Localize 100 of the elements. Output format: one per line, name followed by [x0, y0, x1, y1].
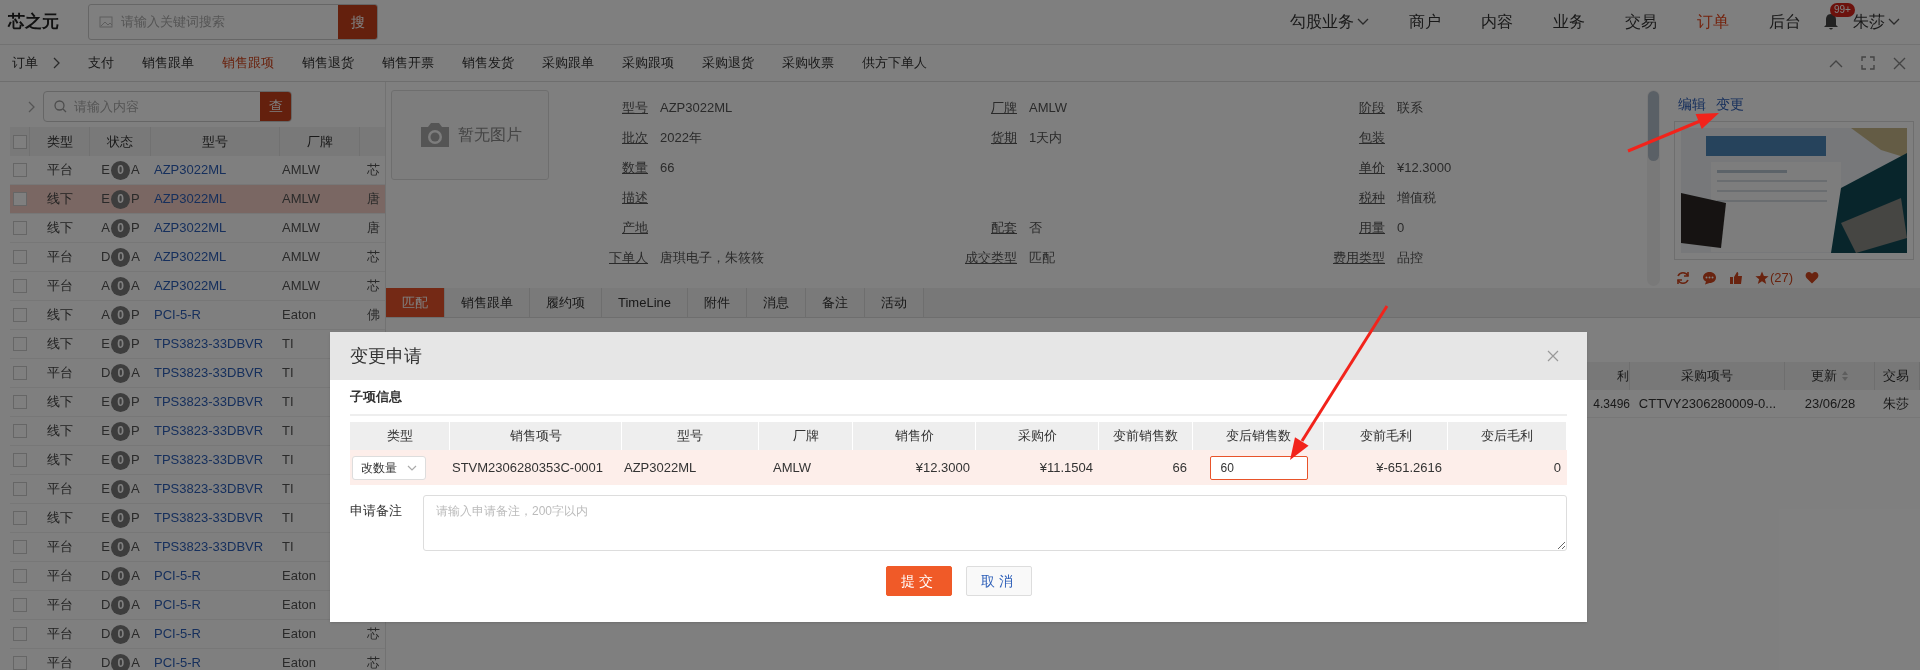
- nav-link[interactable]: 业务: [1553, 10, 1585, 34]
- checkbox[interactable]: [13, 192, 27, 206]
- nav-tab[interactable]: 采购跟单: [528, 53, 608, 73]
- checkbox[interactable]: [13, 540, 27, 554]
- search-button[interactable]: 搜: [338, 5, 377, 39]
- checkbox[interactable]: [13, 366, 27, 380]
- quantity-input[interactable]: 60: [1209, 455, 1308, 480]
- model-link[interactable]: PCI-5-R: [154, 307, 201, 323]
- sort-icon[interactable]: [1840, 370, 1849, 382]
- nav-tab[interactable]: 支付: [74, 53, 128, 73]
- cancel-button[interactable]: 取消: [965, 566, 1032, 596]
- field-label[interactable]: 税种: [1359, 190, 1385, 206]
- nav-link[interactable]: 内容: [1481, 10, 1513, 34]
- nav-link[interactable]: 后台: [1769, 10, 1801, 34]
- checkbox[interactable]: [13, 482, 27, 496]
- checkbox[interactable]: [13, 279, 27, 293]
- nav-tab[interactable]: 采购跟项: [608, 53, 688, 73]
- field-label[interactable]: 厂牌: [991, 100, 1017, 116]
- nav-tab[interactable]: 销售发货: [448, 53, 528, 73]
- nav-link[interactable]: 勾股业务: [1290, 10, 1369, 34]
- table-row[interactable]: 线下 E 0 P AZP3022ML AMLW 唐: [10, 185, 385, 214]
- field-label[interactable]: 费用类型: [1333, 250, 1385, 266]
- field-label[interactable]: 批次: [622, 130, 648, 146]
- nav-tab[interactable]: 销售开票: [368, 53, 448, 73]
- bell-icon[interactable]: [1823, 13, 1839, 31]
- checkbox[interactable]: [13, 308, 27, 322]
- nav-link[interactable]: 订单: [1697, 10, 1729, 34]
- model-link[interactable]: AZP3022ML: [154, 249, 227, 265]
- close-icon[interactable]: [1547, 350, 1559, 362]
- field-label[interactable]: 用量: [1359, 220, 1385, 236]
- model-link[interactable]: PCI-5-R: [154, 655, 201, 670]
- checkbox[interactable]: [13, 163, 27, 177]
- field-label[interactable]: 货期: [991, 130, 1017, 146]
- model-link[interactable]: TPS3823-33DBVR: [154, 539, 264, 555]
- chat-icon[interactable]: [1702, 270, 1717, 285]
- checkbox[interactable]: [13, 627, 27, 641]
- model-link[interactable]: TPS3823-33DBVR: [154, 452, 264, 468]
- field-label[interactable]: 产地: [622, 220, 648, 236]
- model-link[interactable]: AZP3022ML: [154, 162, 227, 178]
- model-link[interactable]: TPS3823-33DBVR: [154, 481, 264, 497]
- nav-tab[interactable]: 采购收票: [768, 53, 848, 73]
- table-cell-text: 线下: [47, 509, 73, 528]
- nav-tab[interactable]: 销售跟单: [128, 53, 208, 73]
- checkbox[interactable]: [13, 598, 27, 612]
- expand-icon[interactable]: [1861, 56, 1875, 70]
- model-link[interactable]: TPS3823-33DBVR: [154, 394, 264, 410]
- field-label[interactable]: 数量: [622, 160, 648, 176]
- checkbox[interactable]: [13, 250, 27, 264]
- status-letter: E: [101, 161, 110, 180]
- checkbox[interactable]: [13, 337, 27, 351]
- checkbox[interactable]: [13, 453, 27, 467]
- thumbs-up-icon[interactable]: [1729, 270, 1743, 285]
- nav-link[interactable]: 商户: [1409, 10, 1441, 34]
- refresh-icon[interactable]: [1676, 270, 1690, 285]
- checkbox[interactable]: [13, 569, 27, 583]
- chevron-up-icon[interactable]: [1829, 58, 1843, 68]
- type-select[interactable]: 改数量: [352, 455, 426, 480]
- star-icon[interactable]: [1755, 270, 1769, 285]
- logo[interactable]: 芯之元: [8, 9, 88, 35]
- field-label[interactable]: 配套: [991, 220, 1017, 236]
- model-link[interactable]: PCI-5-R: [154, 626, 201, 642]
- model-link[interactable]: TPS3823-33DBVR: [154, 510, 264, 526]
- field-label[interactable]: 阶段: [1359, 100, 1385, 116]
- checkbox[interactable]: [12, 134, 27, 149]
- model-link[interactable]: TPS3823-33DBVR: [154, 423, 264, 439]
- breadcrumb-link[interactable]: 订单: [12, 53, 38, 73]
- model-link[interactable]: TPS3823-33DBVR: [154, 336, 264, 352]
- submit-button[interactable]: 提交: [885, 566, 952, 596]
- heart-icon[interactable]: [1805, 271, 1820, 285]
- nav-tab[interactable]: 供方下单人: [848, 53, 941, 73]
- model-link[interactable]: TPS3823-33DBVR: [154, 365, 264, 381]
- checkbox[interactable]: [13, 424, 27, 438]
- field-label[interactable]: 成交类型: [965, 250, 1017, 266]
- chevron-right-icon[interactable]: [27, 100, 35, 113]
- close-icon[interactable]: [1893, 56, 1906, 70]
- nav-tab[interactable]: 采购退货: [688, 53, 768, 73]
- checkbox[interactable]: [13, 511, 27, 525]
- action-link[interactable]: 变更: [1716, 94, 1744, 115]
- field-label[interactable]: 型号: [622, 100, 648, 116]
- action-link[interactable]: 编辑: [1678, 94, 1706, 115]
- model-link[interactable]: AZP3022ML: [154, 220, 227, 236]
- nav-link[interactable]: 交易: [1625, 10, 1657, 34]
- field-label[interactable]: 单价: [1359, 160, 1385, 176]
- model-link[interactable]: AZP3022ML: [154, 278, 227, 294]
- checkbox[interactable]: [13, 656, 27, 670]
- checkbox[interactable]: [13, 395, 27, 409]
- field-label[interactable]: 下单人: [609, 250, 648, 266]
- nav-tab[interactable]: 销售跟项: [208, 53, 288, 73]
- nav-tab[interactable]: 销售退货: [288, 53, 368, 73]
- field-label[interactable]: 包装: [1359, 130, 1385, 146]
- user-menu[interactable]: 朱莎: [1853, 10, 1900, 34]
- field-label[interactable]: 描述: [622, 190, 648, 206]
- model-link[interactable]: PCI-5-R: [154, 568, 201, 584]
- model-link[interactable]: PCI-5-R: [154, 597, 201, 613]
- detail-tab[interactable]: 匹配: [386, 288, 445, 317]
- model-link[interactable]: AZP3022ML: [154, 191, 227, 207]
- remark-textarea[interactable]: 请输入申请备注，200字以内: [423, 495, 1567, 551]
- search-button[interactable]: 查: [260, 92, 291, 121]
- scrollbar[interactable]: [1647, 90, 1660, 286]
- checkbox[interactable]: [13, 221, 27, 235]
